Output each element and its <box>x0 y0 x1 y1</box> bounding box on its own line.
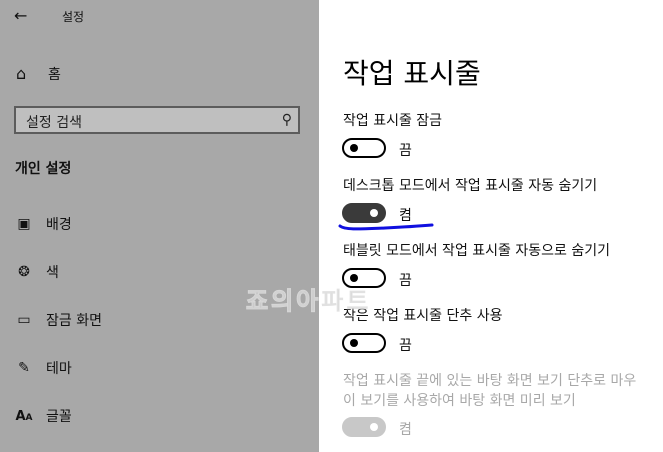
font-icon: AA <box>15 408 33 424</box>
toggle-peek <box>342 417 386 437</box>
watermark: 죠의아파트 <box>245 287 372 316</box>
search-input[interactable]: 설정 검색 ⚲ <box>14 106 300 134</box>
toggle-state-text: 켬 <box>399 422 412 438</box>
sidebar-item-label: 색 <box>46 265 59 281</box>
sidebar-item-home[interactable]: ⌂ 홈 <box>16 63 61 85</box>
toggle-knob <box>350 339 358 347</box>
sidebar-item-label: 글꼴 <box>46 409 72 425</box>
toggle-state-text: 켬 <box>399 208 412 224</box>
palette-icon: ❂ <box>18 264 30 280</box>
sidebar-item-lock-screen[interactable]: ▭ 잠금 화면 <box>14 309 102 331</box>
setting-label-peek-line2: 이 보기를 사용하여 바탕 화면 미리 보기 <box>343 393 576 409</box>
sidebar-item-label: 테마 <box>46 361 72 377</box>
sidebar-item-label: 홈 <box>48 67 61 83</box>
app-title: 설정 <box>62 10 85 24</box>
setting-label-lock-taskbar: 작업 표시줄 잠금 <box>343 113 443 129</box>
back-arrow-icon[interactable]: ← <box>14 6 27 26</box>
sidebar-item-color[interactable]: ❂ 색 <box>14 261 59 283</box>
sidebar-item-background[interactable]: ▣ 배경 <box>14 213 72 235</box>
picture-icon: ▣ <box>17 216 31 232</box>
home-icon: ⌂ <box>16 64 27 83</box>
theme-icon: ✎ <box>18 360 30 376</box>
sidebar-item-fonts[interactable]: AA 글꼴 <box>14 405 72 427</box>
sidebar-item-label: 잠금 화면 <box>46 313 102 329</box>
setting-label-autohide-desktop: 데스크톱 모드에서 작업 표시줄 자동 숨기기 <box>343 178 598 194</box>
lock-screen-icon: ▭ <box>17 312 31 328</box>
toggle-lock-taskbar[interactable] <box>342 138 386 158</box>
toggle-state-text: 끔 <box>399 273 412 289</box>
toggle-state-text: 끔 <box>399 338 412 354</box>
toggle-autohide-desktop[interactable] <box>342 203 386 223</box>
page-title: 작업 표시줄 <box>343 57 481 90</box>
setting-label-peek-line1: 작업 표시줄 끝에 있는 바탕 화면 보기 단추로 마우 <box>343 373 637 389</box>
toggle-knob <box>350 144 358 152</box>
search-icon[interactable]: ⚲ <box>282 112 292 128</box>
sidebar-item-themes[interactable]: ✎ 테마 <box>14 357 72 379</box>
sidebar: ← 설정 ⌂ 홈 설정 검색 ⚲ 개인 설정 ▣ 배경 ❂ 색 ▭ 잠금 화면 … <box>0 0 319 452</box>
toggle-state-text: 끔 <box>399 143 412 159</box>
section-heading: 개인 설정 <box>15 161 72 177</box>
sidebar-item-label: 배경 <box>46 217 72 233</box>
toggle-knob <box>370 209 378 217</box>
toggle-small-buttons[interactable] <box>342 333 386 353</box>
toggle-knob <box>370 423 378 431</box>
setting-label-autohide-tablet: 태블릿 모드에서 작업 표시줄 자동으로 숨기기 <box>343 243 610 259</box>
search-placeholder: 설정 검색 <box>26 115 82 131</box>
